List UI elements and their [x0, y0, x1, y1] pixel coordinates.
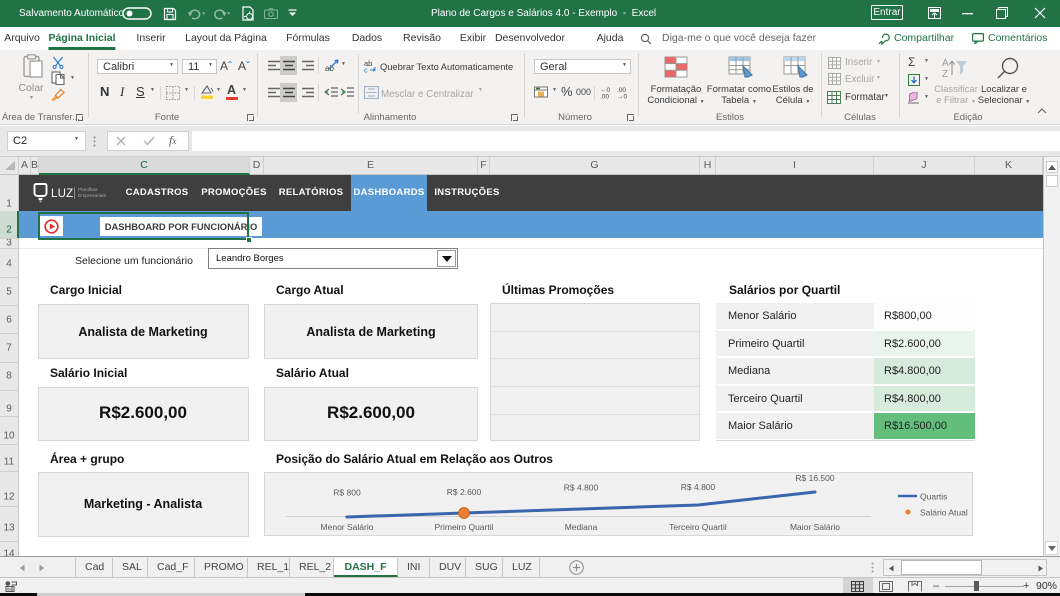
- svg-text:R$ 16.500: R$ 16.500: [795, 473, 834, 483]
- svg-text:Primeiro Quartil: Primeiro Quartil: [434, 522, 493, 532]
- svg-text:Z: Z: [942, 69, 948, 80]
- svg-text:Quartis: Quartis: [920, 492, 947, 502]
- svg-text:→0: →0: [617, 94, 628, 100]
- svg-text:R$ 800: R$ 800: [333, 488, 361, 498]
- svg-text:.00: .00: [600, 94, 609, 100]
- svg-text:R$ 4.800: R$ 4.800: [681, 482, 716, 492]
- svg-text:A: A: [942, 58, 949, 69]
- svg-text:Menor Salário: Menor Salário: [321, 522, 374, 532]
- svg-text:Maior Salário: Maior Salário: [790, 522, 840, 532]
- svg-text:c: c: [364, 66, 368, 74]
- svg-text:R$ 2.600: R$ 2.600: [447, 487, 482, 497]
- svg-text:Mediana: Mediana: [565, 522, 598, 532]
- svg-text:R$ 4.800: R$ 4.800: [564, 483, 599, 493]
- svg-text:Salário Atual: Salário Atual: [920, 508, 968, 518]
- svg-text:Terceiro Quartil: Terceiro Quartil: [669, 522, 727, 532]
